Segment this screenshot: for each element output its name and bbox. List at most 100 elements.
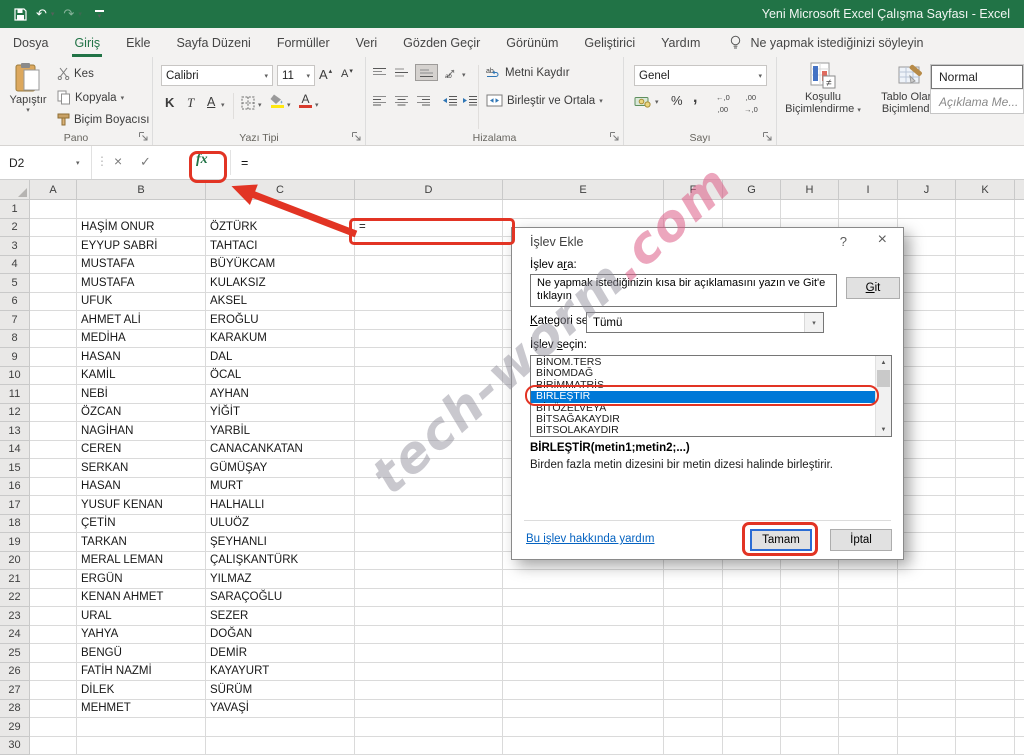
grid-cell[interactable] — [898, 404, 956, 423]
grid-cell[interactable]: ŞEYHANLI — [206, 533, 355, 552]
grid-cell[interactable] — [664, 200, 723, 219]
grid-cell[interactable] — [1015, 385, 1024, 404]
grid-cell[interactable] — [664, 700, 723, 719]
grid-cell[interactable] — [898, 515, 956, 534]
row-header[interactable]: 1 — [0, 200, 30, 219]
grid-cell[interactable] — [30, 459, 77, 478]
grid-cell[interactable]: FATİH NAZMİ — [77, 663, 206, 682]
customize-quick-access-icon[interactable]: ▾ — [95, 10, 104, 19]
grid-cell[interactable]: MEHMET — [77, 700, 206, 719]
grid-cell[interactable] — [781, 718, 839, 737]
grid-cell[interactable] — [956, 533, 1015, 552]
grid-cell[interactable] — [1015, 237, 1024, 256]
font-name-dropdown-icon[interactable]: ▾ — [264, 72, 268, 80]
merge-center-dropdown-icon[interactable]: ▾ — [599, 97, 603, 105]
enter-entry-icon[interactable]: ✓ — [140, 154, 151, 170]
grid-cell[interactable] — [956, 459, 1015, 478]
grid-cell[interactable]: ÖZTÜRK — [206, 219, 355, 238]
grid-cell[interactable] — [898, 570, 956, 589]
grid-cell[interactable] — [956, 626, 1015, 645]
cancel-entry-icon[interactable]: × — [114, 153, 122, 169]
grid-cell[interactable] — [664, 663, 723, 682]
formula-input[interactable]: = — [231, 146, 1024, 179]
tab-dosya[interactable]: Dosya — [0, 28, 61, 57]
grid-cell[interactable]: MEDİHA — [77, 330, 206, 349]
column-header[interactable]: J — [898, 180, 956, 200]
grid-cell[interactable] — [1015, 404, 1024, 423]
grid-cell[interactable] — [206, 718, 355, 737]
grid-cell[interactable] — [898, 552, 956, 571]
grid-cell[interactable] — [898, 478, 956, 497]
grid-cell[interactable] — [956, 700, 1015, 719]
select-all-corner[interactable] — [0, 180, 30, 200]
grid-cell[interactable] — [30, 700, 77, 719]
grid-cell[interactable] — [898, 274, 956, 293]
grid-cell[interactable] — [355, 570, 503, 589]
style-explanatory[interactable]: Açıklama Me... — [931, 89, 1023, 113]
font-color-button[interactable]: A — [299, 93, 312, 108]
column-header[interactable]: I — [839, 180, 898, 200]
row-header[interactable]: 13 — [0, 422, 30, 441]
grid-cell[interactable] — [355, 293, 503, 312]
align-right-button[interactable] — [416, 95, 431, 106]
grid-cell[interactable] — [30, 663, 77, 682]
grid-cell[interactable] — [956, 607, 1015, 626]
grid-cell[interactable]: YUSUF KENAN — [77, 496, 206, 515]
grid-cell[interactable] — [664, 626, 723, 645]
grid-cell[interactable] — [723, 681, 781, 700]
grid-cell[interactable] — [723, 589, 781, 608]
grid-cell[interactable] — [664, 570, 723, 589]
grid-cell[interactable]: TAHTACI — [206, 237, 355, 256]
scrollbar-thumb[interactable] — [877, 370, 890, 387]
grid-cell[interactable] — [355, 626, 503, 645]
grid-cell[interactable]: HAŞİM ONUR — [77, 219, 206, 238]
number-format-dropdown-icon[interactable]: ▾ — [758, 72, 762, 80]
grid-cell[interactable] — [956, 385, 1015, 404]
grid-cell[interactable] — [30, 385, 77, 404]
grid-cell[interactable]: KARAKUM — [206, 330, 355, 349]
shrink-font-button[interactable]: A▾ — [341, 68, 353, 80]
dialog-help-icon[interactable]: ? — [840, 234, 847, 249]
grid-cell[interactable] — [355, 718, 503, 737]
grid-cell[interactable] — [30, 718, 77, 737]
grid-cell[interactable] — [898, 200, 956, 219]
grid-cell[interactable]: MERAL LEMAN — [77, 552, 206, 571]
grid-cell[interactable] — [898, 626, 956, 645]
grid-cell[interactable] — [781, 681, 839, 700]
grid-cell[interactable] — [30, 404, 77, 423]
row-header[interactable]: 20 — [0, 552, 30, 571]
grid-cell[interactable] — [503, 200, 664, 219]
grid-cell[interactable] — [898, 348, 956, 367]
grid-cell[interactable] — [898, 681, 956, 700]
grid-cell[interactable] — [355, 237, 503, 256]
orientation-dropdown-icon[interactable]: ▾ — [462, 71, 466, 79]
font-name-combo[interactable]: Calibri ▾ — [161, 65, 273, 86]
row-header[interactable]: 14 — [0, 441, 30, 460]
grid-cell[interactable]: AHMET ALİ — [77, 311, 206, 330]
row-header[interactable]: 7 — [0, 311, 30, 330]
grid-cell[interactable] — [723, 626, 781, 645]
grid-cell[interactable]: HASAN — [77, 478, 206, 497]
grid-cell[interactable] — [206, 200, 355, 219]
borders-dropdown-icon[interactable]: ▾ — [258, 101, 262, 109]
grid-cell[interactable] — [77, 200, 206, 219]
bold-button[interactable]: K — [165, 95, 174, 110]
grid-cell[interactable] — [839, 681, 898, 700]
grid-cell[interactable] — [956, 367, 1015, 386]
grid-cell[interactable]: DOĞAN — [206, 626, 355, 645]
grid-cell[interactable]: MUSTAFA — [77, 274, 206, 293]
grid-cell[interactable] — [355, 681, 503, 700]
grid-cell[interactable] — [781, 644, 839, 663]
grid-cell[interactable] — [30, 607, 77, 626]
grid-cell[interactable] — [355, 478, 503, 497]
grid-cell[interactable] — [956, 644, 1015, 663]
row-header[interactable]: 23 — [0, 607, 30, 626]
grid-cell[interactable]: YAHYA — [77, 626, 206, 645]
grid-cell[interactable] — [956, 330, 1015, 349]
grid-cell[interactable] — [355, 552, 503, 571]
grid-cell[interactable] — [1015, 663, 1024, 682]
grid-cell[interactable] — [30, 200, 77, 219]
grid-cell[interactable] — [503, 589, 664, 608]
grid-cell[interactable]: ULUÖZ — [206, 515, 355, 534]
grid-cell[interactable]: BÜYÜKCAM — [206, 256, 355, 275]
